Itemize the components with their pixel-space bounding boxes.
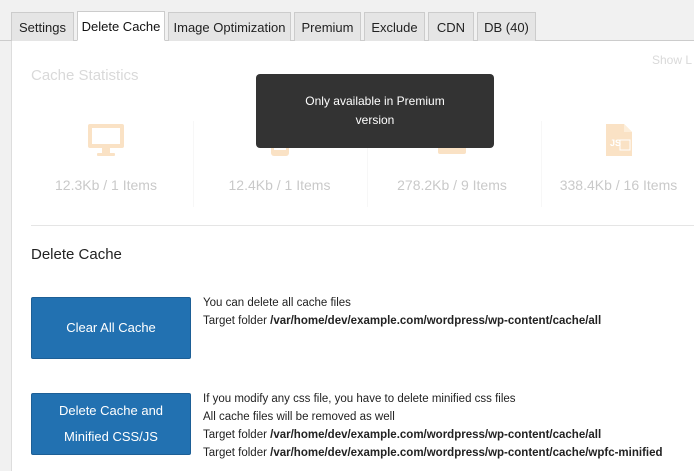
clear-all-cache-label: Clear All Cache [66,320,156,335]
svg-text:JS: JS [610,138,621,148]
desktop-icon [86,117,126,163]
clear-all-cache-button[interactable]: Clear All Cache [31,297,191,359]
delete-cache-minified-label-2: Minified CSS/JS [64,429,158,444]
minified-line1: If you modify any css file, you have to … [203,393,516,405]
tab-bar: Settings Delete Cache Image Optimization… [0,0,694,41]
stat-desktop-value: 12.3Kb / 1 Items [55,177,157,193]
tab-image-optimization[interactable]: Image Optimization [168,12,291,41]
clear-all-target-path: /var/home/dev/example.com/wordpress/wp-c… [270,315,602,327]
stat-js: JS 338.4Kb / 16 Items [542,117,694,213]
show-link[interactable]: Show L [652,53,692,67]
tab-exclude[interactable]: Exclude [364,12,425,41]
minified-description: If you modify any css file, you have to … [203,390,663,462]
tooltip-line2: version [355,113,395,127]
clear-all-cache-description: You can delete all cache files Target fo… [203,294,601,330]
minified-target-1: Target folder /var/home/dev/example.com/… [203,429,602,441]
minified-target-path-1: /var/home/dev/example.com/wordpress/wp-c… [270,429,602,441]
delete-cache-minified-button[interactable]: Delete Cache and Minified CSS/JS [31,393,191,455]
minified-target-2: Target folder /var/home/dev/example.com/… [203,447,663,459]
tab-cdn[interactable]: CDN [428,12,474,41]
stat-js-value: 338.4Kb / 16 Items [559,177,678,193]
js-file-icon: JS [602,117,636,163]
premium-tooltip: Only available in Premium version [256,74,494,148]
tab-settings[interactable]: Settings [11,12,74,41]
tab-premium[interactable]: Premium [294,12,361,41]
delete-cache-title: Delete Cache [31,246,122,263]
tab-db[interactable]: DB (40) [477,12,536,41]
stat-desktop: 12.3Kb / 1 Items [31,117,181,213]
minified-target-path-2: /var/home/dev/example.com/wordpress/wp-c… [270,447,663,459]
delete-cache-minified-label-1: Delete Cache and [58,403,164,418]
stat-separator [193,121,194,207]
stat-css-value: 278.2Kb / 9 Items [397,177,507,193]
cache-statistics-title: Cache Statistics [31,67,139,84]
clear-all-line1: You can delete all cache files [203,297,351,309]
clear-all-target: Target folder /var/home/dev/example.com/… [203,315,602,327]
tab-delete-cache[interactable]: Delete Cache [77,11,165,41]
stat-mobile-value: 12.4Kb / 1 Items [228,177,331,193]
minified-line2: All cache files will be removed as well [203,411,395,423]
tooltip-line1: Only available in Premium [305,94,445,108]
section-divider [31,225,694,226]
